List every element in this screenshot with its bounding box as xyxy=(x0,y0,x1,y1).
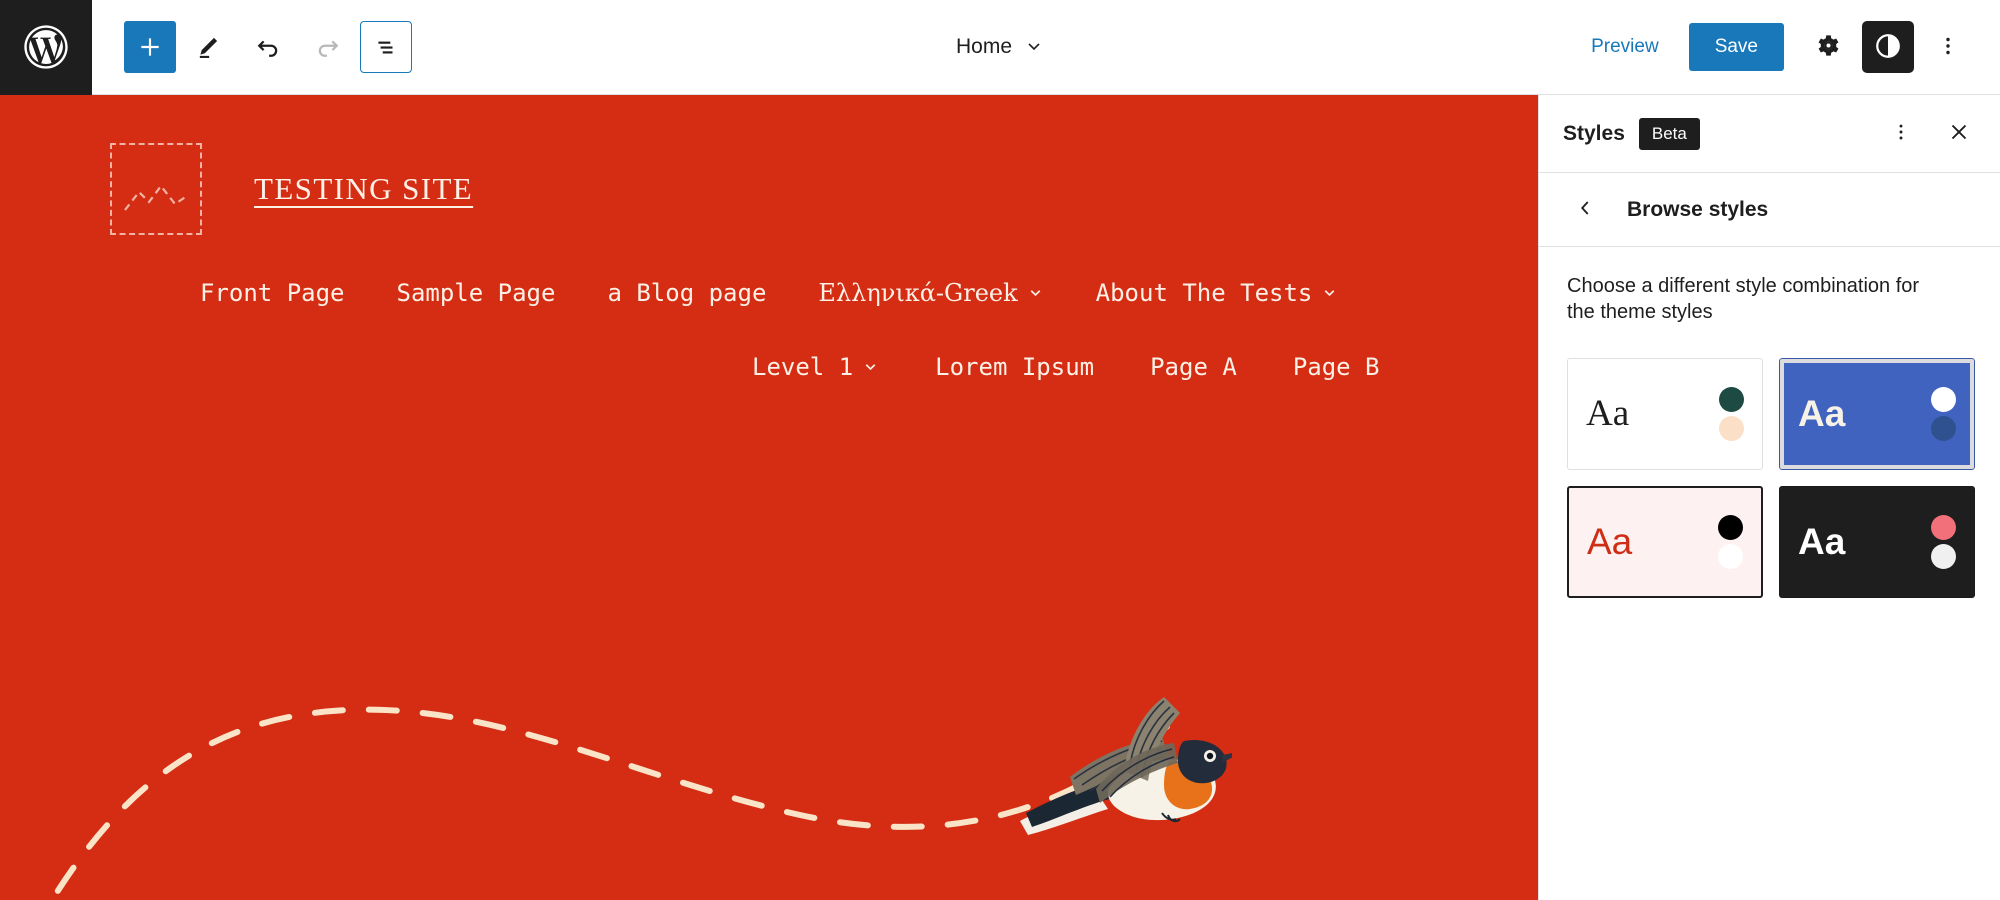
variation-sample-text: Aa xyxy=(1798,393,1846,435)
nav-label: Front Page xyxy=(200,279,345,307)
chevron-down-icon xyxy=(1027,279,1044,307)
variation-sample-text: Aa xyxy=(1587,521,1633,563)
nav-item-page-b[interactable]: Page B xyxy=(1293,353,1380,381)
variation-dot-secondary xyxy=(1931,415,1956,441)
nav-item-level-1[interactable]: Level 1 xyxy=(752,353,879,381)
nav-label: Lorem Ipsum xyxy=(935,353,1095,381)
document-title-button[interactable]: Home xyxy=(944,27,1056,67)
more-vertical-icon xyxy=(1936,34,1960,61)
style-variation-dark[interactable]: Aa xyxy=(1779,485,1975,598)
add-block-button[interactable] xyxy=(124,21,176,73)
list-view-icon xyxy=(373,34,399,60)
chevron-down-icon xyxy=(1321,279,1338,307)
plus-icon xyxy=(137,34,163,60)
sidebar-subnav: Browse styles xyxy=(1539,173,2000,247)
site-title[interactable]: TESTING SITE xyxy=(254,171,473,207)
document-overview-button[interactable] xyxy=(360,21,412,73)
sidebar-more-button[interactable] xyxy=(1875,108,1927,160)
more-vertical-icon xyxy=(1890,121,1912,146)
variation-dot-primary xyxy=(1719,386,1744,412)
contrast-icon xyxy=(1873,31,1903,64)
undo-button[interactable] xyxy=(240,19,296,75)
style-variation-default[interactable]: Aa xyxy=(1567,357,1763,470)
nav-item-about-the-tests[interactable]: About The Tests xyxy=(1096,279,1339,307)
document-title: Home xyxy=(955,35,1013,58)
sidebar-back-button[interactable] xyxy=(1563,188,1607,232)
nav-label: About The Tests xyxy=(1095,279,1313,307)
pencil-icon xyxy=(194,33,222,61)
variation-color-dots xyxy=(1719,386,1744,441)
nav-label: Page A xyxy=(1150,353,1237,381)
styles-button[interactable] xyxy=(1862,21,1914,73)
nav-label: Sample Page xyxy=(396,279,556,307)
variation-color-dots xyxy=(1931,514,1956,569)
sidebar-header: Styles Beta xyxy=(1539,95,2000,173)
settings-button[interactable] xyxy=(1802,21,1854,73)
variation-sample-text: Aa xyxy=(1586,393,1630,435)
site-header-block: TESTING SITE xyxy=(0,95,1538,235)
redo-icon xyxy=(313,32,343,62)
redo-button[interactable] xyxy=(300,19,356,75)
beta-badge: Beta xyxy=(1638,117,1700,150)
header-actions: Preview Save xyxy=(1575,21,2000,73)
flying-bird-illustration xyxy=(1012,693,1244,853)
chevron-down-icon xyxy=(862,353,879,381)
style-variation-pink[interactable]: Aa xyxy=(1567,485,1763,598)
sidebar-header-actions xyxy=(1875,108,1985,160)
variation-color-dots xyxy=(1718,514,1743,569)
preview-button[interactable]: Preview xyxy=(1575,26,1675,68)
style-variation-blue[interactable]: Aa xyxy=(1776,354,1978,473)
chevron-left-icon xyxy=(1574,197,1596,222)
browse-styles-description: Choose a different style combination for… xyxy=(1567,275,1920,324)
site-editor: Home Preview Save TESTING SITE Front Pag… xyxy=(0,0,2000,900)
sidebar-close-button[interactable] xyxy=(1933,108,1985,160)
browse-styles-title: Browse styles xyxy=(1627,197,1769,221)
editor-body: TESTING SITE Front Page Sample Page a Bl… xyxy=(0,95,2000,900)
variation-dot-primary xyxy=(1931,386,1956,412)
more-options-button[interactable] xyxy=(1922,21,1974,73)
editor-header: Home Preview Save xyxy=(0,0,2000,95)
chevron-down-icon xyxy=(1024,36,1044,59)
nav-label: Ελληνικά-Greek xyxy=(818,279,1018,307)
site-logo-placeholder[interactable] xyxy=(110,143,202,235)
dashed-curve-path xyxy=(48,706,1183,900)
gear-icon xyxy=(1815,32,1842,62)
close-icon xyxy=(1947,120,1971,147)
variation-sample-text: Aa xyxy=(1798,521,1846,563)
styles-sidebar: Styles Beta Browse styles Choose a diffe… xyxy=(1538,95,2000,900)
nav-item-sample-page[interactable]: Sample Page xyxy=(397,279,556,307)
site-navigation-row-2: Level 1 Lorem Ipsum Page A Page B xyxy=(0,307,1538,381)
nav-label: a Blog page xyxy=(607,279,767,307)
wordpress-logo-button[interactable] xyxy=(0,0,92,95)
sidebar-title: Styles xyxy=(1563,121,1625,145)
variation-dot-secondary xyxy=(1718,543,1743,569)
nav-item-front-page[interactable]: Front Page xyxy=(200,279,345,307)
save-button[interactable]: Save xyxy=(1688,23,1784,71)
variation-dot-primary xyxy=(1718,514,1743,540)
nav-label: Page B xyxy=(1292,353,1380,381)
nav-item-greek[interactable]: Ελληνικά-Greek xyxy=(818,279,1043,307)
wordpress-logo-icon xyxy=(20,21,72,73)
image-placeholder-icon xyxy=(123,176,189,221)
site-preview-canvas[interactable]: TESTING SITE Front Page Sample Page a Bl… xyxy=(0,95,1538,900)
nav-item-page-a[interactable]: Page A xyxy=(1150,353,1237,381)
variation-dot-primary xyxy=(1931,514,1956,540)
nav-item-lorem-ipsum[interactable]: Lorem Ipsum xyxy=(935,353,1094,381)
style-variations-grid: Aa Aa Aa Aa xyxy=(1539,326,2000,630)
variation-dot-secondary xyxy=(1719,415,1744,441)
nav-item-a-blog-page[interactable]: a Blog page xyxy=(607,279,766,307)
variation-color-dots xyxy=(1931,386,1956,441)
undo-icon xyxy=(253,32,283,62)
editor-tools xyxy=(92,19,412,75)
edit-tool-button[interactable] xyxy=(180,19,236,75)
nav-label: Level 1 xyxy=(752,353,854,381)
variation-dot-secondary xyxy=(1931,543,1956,569)
site-navigation-row-1: Front Page Sample Page a Blog page Ελλην… xyxy=(0,235,1538,307)
